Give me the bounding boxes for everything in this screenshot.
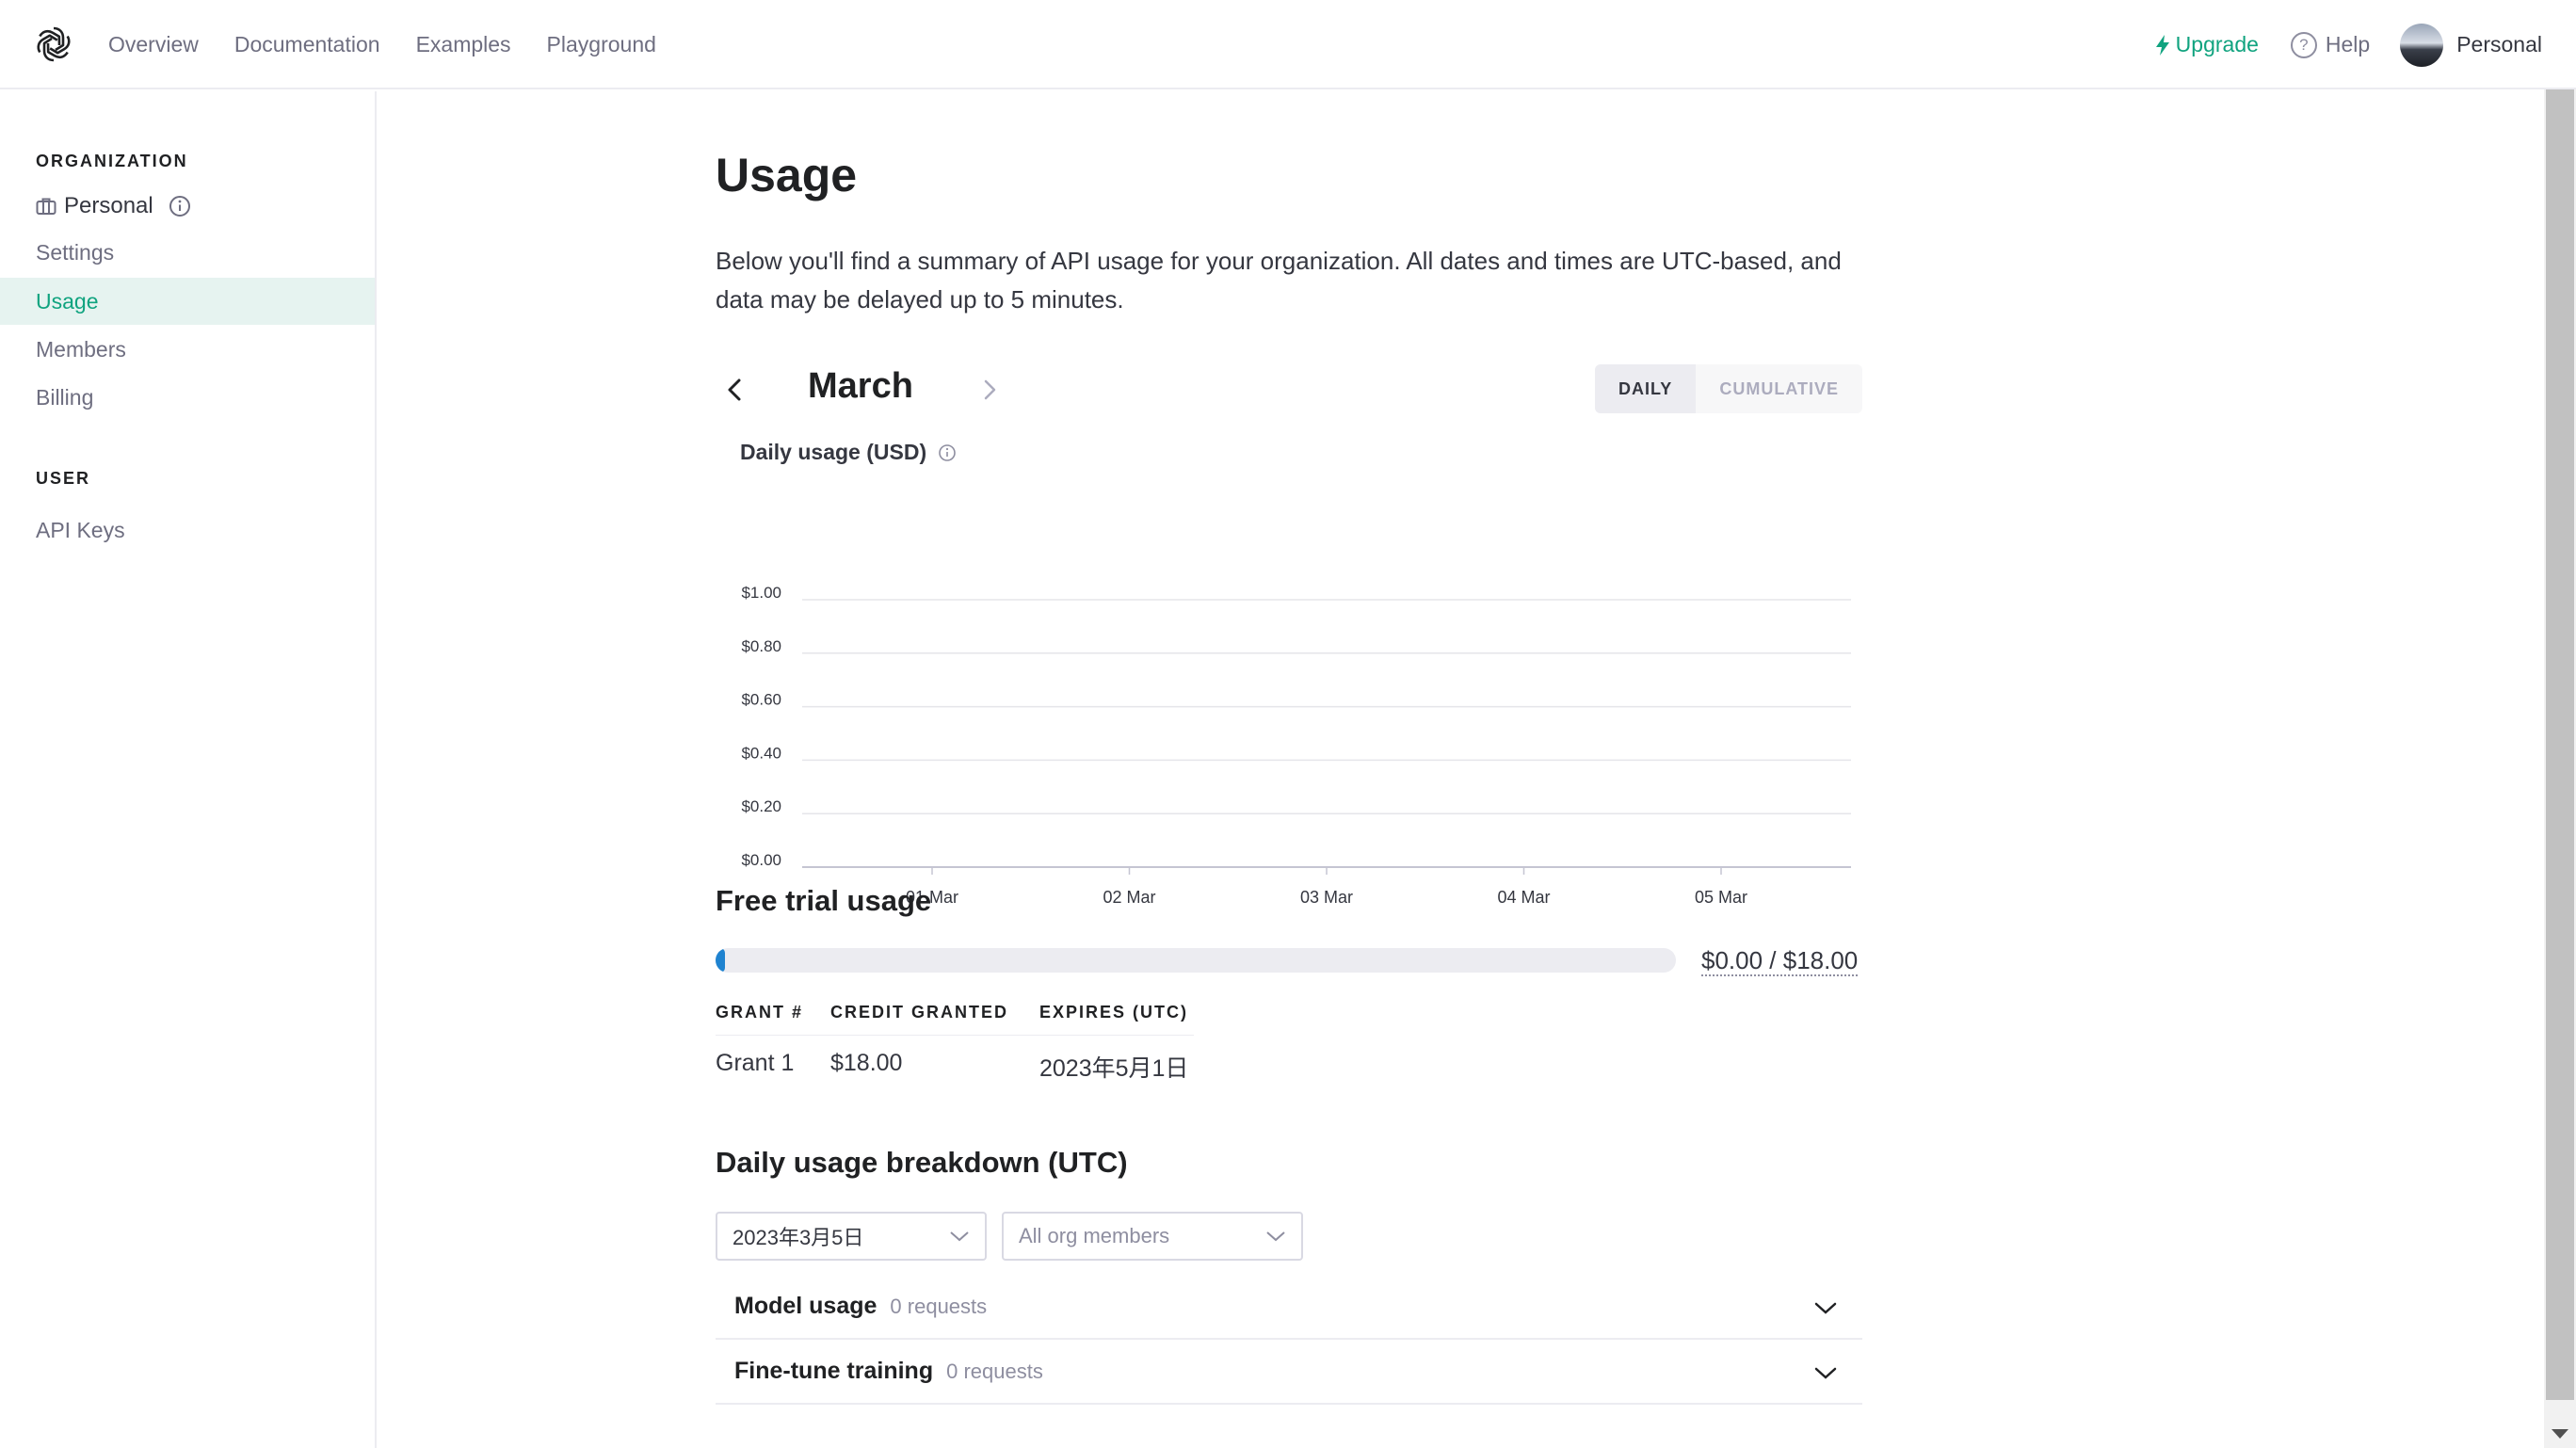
page-title: Usage: [716, 149, 858, 201]
y-tick-label: $0.00: [741, 851, 781, 869]
scroll-down-arrow-icon[interactable]: [2552, 1429, 2568, 1439]
upgrade-button[interactable]: Upgrade: [2155, 32, 2259, 57]
chevron-down-icon: [1266, 1231, 1285, 1242]
help-icon: ?: [2290, 31, 2317, 58]
profile-menu[interactable]: Personal: [2400, 23, 2542, 67]
x-tick-label: 02 Mar: [1103, 888, 1155, 907]
toggle-cumulative[interactable]: CUMULATIVE: [1696, 364, 1862, 413]
toggle-daily[interactable]: DAILY: [1594, 364, 1697, 413]
sidebar-item-settings[interactable]: Settings: [0, 229, 375, 276]
free-trial-amount: $0.00 / $18.00: [1701, 946, 1859, 976]
organization-heading: ORGANIZATION: [36, 152, 188, 170]
profile-label: Personal: [2456, 32, 2542, 56]
x-tick-label: 04 Mar: [1497, 888, 1550, 907]
month-label: March: [808, 366, 913, 406]
progress-fill: [716, 948, 725, 973]
openai-logo-icon[interactable]: [34, 24, 73, 64]
chevron-down-icon: [1814, 1302, 1837, 1314]
accordion-model-usage[interactable]: Model usage 0 requests: [716, 1276, 1862, 1340]
y-tick-label: $0.80: [741, 637, 781, 655]
main-nav: Overview Documentation Examples Playgrou…: [108, 0, 656, 89]
nav-documentation[interactable]: Documentation: [234, 32, 380, 57]
free-trial-progress-bar: [716, 948, 1676, 973]
month-navigator: March DAILY CUMULATIVE: [716, 364, 1862, 415]
x-tick-label: 03 Mar: [1300, 888, 1353, 907]
sidebar-item-usage[interactable]: Usage: [0, 278, 375, 325]
top-navbar: Overview Documentation Examples Playgrou…: [0, 0, 2576, 89]
accordion-label: Fine-tune training: [734, 1358, 934, 1384]
help-button[interactable]: ? Help: [2290, 31, 2371, 58]
avatar: [2400, 23, 2444, 67]
accordion-label: Model usage: [734, 1293, 877, 1319]
info-icon[interactable]: [169, 195, 191, 217]
date-select-value: 2023年3月5日: [733, 1226, 864, 1249]
briefcase-icon: [36, 198, 56, 215]
top-right-actions: Upgrade ? Help Personal: [2155, 0, 2542, 89]
grant-cell-credit: $18.00: [830, 1050, 903, 1076]
org-selector[interactable]: Personal: [36, 193, 191, 219]
daily-usage-chart: $1.00$0.80$0.60$0.40$0.20$0.0001 Mar 02 M…: [741, 584, 1851, 907]
breakdown-heading: Daily usage breakdown (UTC): [716, 1146, 1128, 1179]
org-name: Personal: [64, 193, 153, 218]
free-trial-heading: Free trial usage: [716, 884, 932, 917]
accordion-title: Fine-tune training 0 requests: [734, 1358, 1043, 1385]
y-tick-label: $0.20: [741, 797, 781, 815]
y-tick-label: $0.40: [741, 744, 781, 762]
nav-playground[interactable]: Playground: [547, 32, 656, 57]
sidebar-item-billing[interactable]: Billing: [0, 374, 375, 421]
chevron-right-icon[interactable]: [975, 376, 1004, 404]
bolt-icon: [2155, 34, 2169, 56]
chevron-down-icon: [1814, 1367, 1837, 1379]
info-icon[interactable]: [938, 443, 957, 462]
date-select[interactable]: 2023年3月5日: [716, 1212, 987, 1261]
chart-title-text: Daily usage (USD): [740, 440, 927, 464]
nav-examples[interactable]: Examples: [416, 32, 511, 57]
usage-mode-toggle: DAILY CUMULATIVE: [1594, 364, 1862, 413]
sidebar-item-members[interactable]: Members: [0, 326, 375, 373]
upgrade-label: Upgrade: [2175, 32, 2259, 56]
page-description: Below you'll find a summary of API usage…: [716, 247, 1842, 314]
nav-overview[interactable]: Overview: [108, 32, 199, 57]
scrollbar[interactable]: [2544, 89, 2576, 1448]
col-header-credit: CREDIT GRANTED: [830, 1003, 1008, 1022]
request-count: 0 requests: [946, 1360, 1043, 1383]
help-label: Help: [2325, 32, 2371, 56]
grant-cell-name: Grant 1: [716, 1050, 795, 1076]
member-select-value: All org members: [1019, 1224, 1170, 1247]
table-divider: [716, 1035, 1194, 1036]
member-select[interactable]: All org members: [1002, 1212, 1303, 1261]
scrollbar-thumb[interactable]: [2546, 89, 2574, 1400]
chart-title: Daily usage (USD): [740, 440, 957, 465]
request-count: 0 requests: [890, 1295, 988, 1318]
col-header-grant: GRANT #: [716, 1003, 804, 1022]
chevron-down-icon: [950, 1231, 969, 1242]
accordion-fine-tune-training[interactable]: Fine-tune training 0 requests: [716, 1341, 1862, 1405]
x-tick-label: 05 Mar: [1695, 888, 1747, 907]
user-heading: USER: [36, 469, 91, 488]
sidebar-item-api-keys[interactable]: API Keys: [0, 507, 375, 554]
chevron-left-icon[interactable]: [721, 376, 749, 404]
grant-cell-expires: 2023年5月1日: [1039, 1055, 1189, 1082]
sidebar: ORGANIZATION Personal Settings Usage Mem…: [0, 91, 377, 1448]
col-header-expires: EXPIRES (UTC): [1039, 1003, 1189, 1022]
accordion-title: Model usage 0 requests: [734, 1293, 987, 1320]
y-tick-label: $0.60: [741, 691, 781, 709]
y-tick-label: $1.00: [741, 584, 781, 602]
